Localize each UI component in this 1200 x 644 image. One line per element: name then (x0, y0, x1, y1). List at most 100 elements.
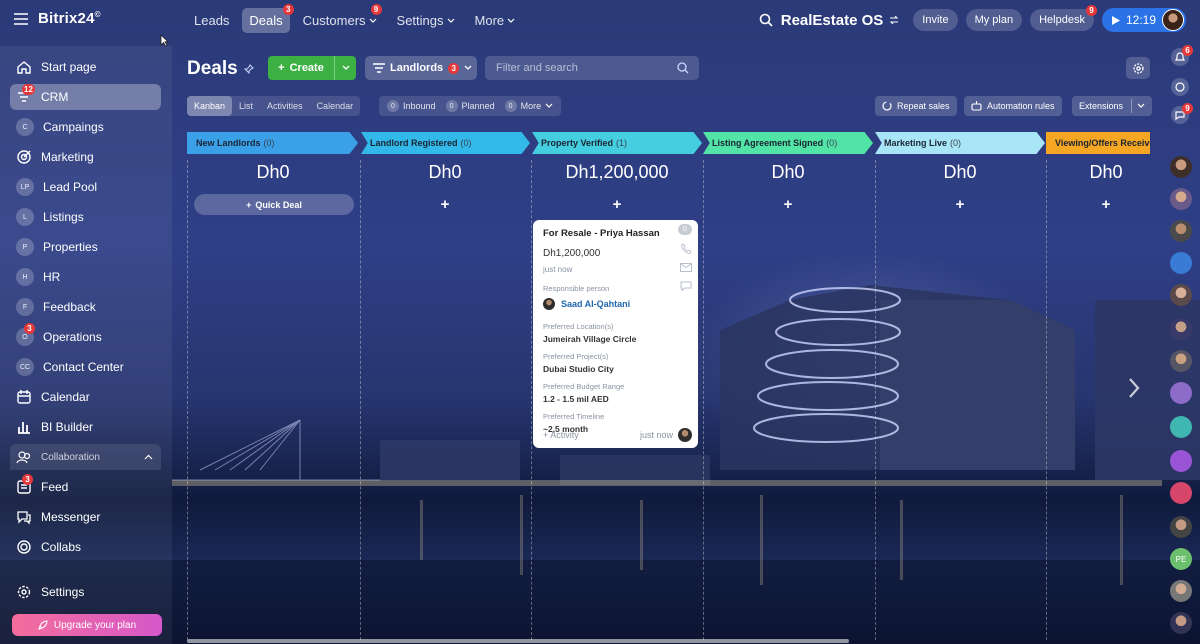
sidebar-item-feed[interactable]: 3 Feed (10, 474, 161, 500)
contact-initials-avatar[interactable]: PE (1170, 548, 1192, 570)
sidebar-item-settings[interactable]: Settings (10, 579, 161, 605)
sidebar-item-properties[interactable]: P Properties (10, 234, 161, 260)
my-plan-button[interactable]: My plan (965, 9, 1023, 31)
copilot-icon[interactable] (1171, 78, 1189, 96)
contact-avatar[interactable] (1170, 612, 1192, 634)
horizontal-scrollbar[interactable] (187, 639, 849, 643)
nav-settings[interactable]: Settings (390, 8, 462, 33)
worktime-clock[interactable]: 12:19 (1101, 8, 1186, 32)
chevron-right-icon[interactable] (1127, 376, 1141, 400)
user-avatar[interactable] (1162, 9, 1184, 31)
counter-inbound[interactable]: 0 Inbound (387, 100, 436, 112)
add-deal-button[interactable]: + (703, 196, 873, 213)
deal-created-time: just now (543, 265, 573, 274)
letter-icon: H (16, 268, 34, 286)
counter-more[interactable]: 0 More (504, 100, 554, 112)
stage-viewing-offers[interactable]: Viewing/Offers Receive (1046, 132, 1150, 154)
quick-deal-button[interactable]: + Quick Deal (194, 194, 354, 215)
deal-card[interactable]: For Resale - Priya Hassan Dh1,200,000 ju… (533, 220, 698, 448)
notifications-button[interactable]: 6 (1171, 45, 1193, 71)
add-deal-button[interactable]: + (532, 196, 702, 213)
deal-title[interactable]: For Resale - Priya Hassan (543, 228, 688, 239)
calendar-icon (17, 390, 31, 404)
add-activity-button[interactable]: + Activity (543, 430, 579, 440)
stage-landlord-registered[interactable]: Landlord Registered (0) (361, 132, 530, 154)
create-dropdown[interactable] (334, 56, 356, 80)
chevron-up-icon (144, 454, 153, 460)
nav-more[interactable]: More (468, 8, 523, 33)
owner-avatar[interactable] (678, 428, 692, 442)
bookmark-chat-icon[interactable] (1170, 252, 1192, 274)
stage-listing-agreement-signed[interactable]: Listing Agreement Signed (0) (703, 132, 873, 154)
stage-property-verified[interactable]: Property Verified (1) (532, 132, 702, 154)
sidebar-item-start-page[interactable]: Start page (10, 54, 161, 80)
sidebar-group-collaboration[interactable]: Collaboration (10, 444, 161, 470)
menu-icon[interactable] (14, 12, 28, 25)
kanban-settings-button[interactable] (1126, 57, 1150, 79)
add-deal-button[interactable]: + (875, 196, 1045, 213)
contact-avatar[interactable] (1170, 284, 1192, 306)
add-deal-button[interactable]: + (1046, 196, 1166, 213)
rocket-icon (37, 620, 48, 630)
automation-rules-button[interactable]: Automation rules (964, 96, 1062, 116)
sidebar-item-hr[interactable]: H HR (10, 264, 161, 290)
counter-planned[interactable]: 0 Planned (445, 100, 495, 112)
upgrade-plan-button[interactable]: Upgrade your plan (12, 614, 162, 636)
contact-avatar[interactable] (1170, 580, 1192, 602)
contact-avatar[interactable] (1170, 188, 1192, 210)
chat-button[interactable]: 9 (1171, 103, 1193, 129)
responsible-person[interactable]: Saad Al-Qahtani (543, 298, 688, 310)
column-divider (187, 160, 188, 640)
letter-icon: C (16, 118, 34, 136)
group-chat-icon[interactable] (1170, 450, 1192, 472)
create-button[interactable]: + Create (268, 56, 356, 80)
sidebar-item-operations[interactable]: O 3 Operations (10, 323, 161, 350)
category-filter-button[interactable]: Landlords 3 (365, 56, 477, 80)
brand-logo[interactable]: Bitrix24© (38, 10, 101, 27)
nav-deals[interactable]: Deals 3 (242, 4, 294, 33)
stage-marketing-live[interactable]: Marketing Live (0) (875, 132, 1045, 154)
add-deal-button[interactable]: + (360, 196, 530, 213)
view-kanban[interactable]: Kanban (187, 96, 233, 116)
sidebar-item-campaings[interactable]: C Campaings (10, 114, 161, 140)
sidebar-item-collabs[interactable]: Collabs (10, 534, 161, 560)
repeat-icon (882, 101, 892, 111)
search-icon[interactable] (759, 13, 773, 27)
sidebar-item-contact-center[interactable]: CC Contact Center (10, 354, 161, 380)
repeat-sales-button[interactable]: Repeat sales (875, 96, 957, 116)
view-activities[interactable]: Activities (260, 96, 310, 116)
view-calendar[interactable]: Calendar (310, 96, 361, 116)
view-list[interactable]: List (232, 96, 260, 116)
letter-icon: L (16, 208, 34, 226)
contact-avatar[interactable] (1170, 156, 1192, 178)
stage-new-landlords[interactable]: New Landlords (0) (187, 132, 358, 154)
mail-icon[interactable] (680, 263, 692, 272)
contact-avatar[interactable] (1170, 318, 1192, 340)
group-chat-icon[interactable] (1170, 416, 1192, 438)
chat-icon[interactable] (680, 281, 692, 291)
sidebar-item-crm[interactable]: 12 CRM (10, 84, 161, 110)
stage-total: Dh0 (428, 162, 462, 182)
deal-amount: Dh1,200,000 (543, 248, 601, 259)
helpdesk-button[interactable]: Helpdesk 9 (1030, 5, 1097, 31)
phone-icon[interactable] (680, 243, 692, 254)
extensions-button[interactable]: Extensions (1072, 96, 1153, 116)
group-chat-icon[interactable] (1170, 382, 1192, 404)
contact-avatar[interactable] (1170, 350, 1192, 372)
contact-avatar[interactable] (1170, 220, 1192, 242)
contact-avatar[interactable] (1170, 516, 1192, 538)
nav-customers[interactable]: Customers 9 (296, 4, 384, 33)
pin-icon[interactable] (243, 64, 254, 74)
invite-button[interactable]: Invite (913, 9, 958, 31)
filter-search-input[interactable]: Filter and search (485, 56, 699, 80)
phone-chat-icon[interactable] (1170, 482, 1192, 504)
sidebar-item-lead-pool[interactable]: LP Lead Pool (10, 174, 161, 200)
nav-leads[interactable]: Leads (187, 8, 236, 33)
workspace-switcher[interactable]: RealEstate OS (781, 12, 900, 29)
sidebar-item-feedback[interactable]: F Feedback (10, 294, 161, 320)
sidebar-item-listings[interactable]: L Listings (10, 204, 161, 230)
sidebar-item-bi-builder[interactable]: BI Builder (10, 414, 161, 440)
sidebar-item-marketing[interactable]: Marketing (10, 144, 161, 170)
sidebar-item-messenger[interactable]: Messenger (10, 504, 161, 530)
sidebar-item-calendar[interactable]: Calendar (10, 384, 161, 410)
